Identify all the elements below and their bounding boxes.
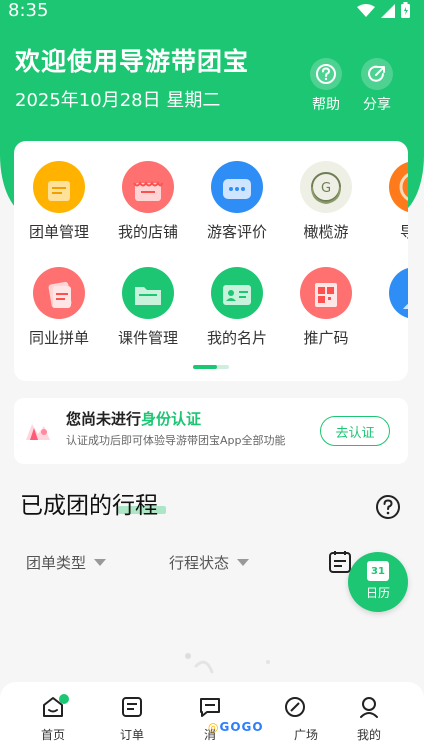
share-label: 分享 — [363, 97, 391, 113]
grid-label: 我的名片 — [206, 329, 267, 347]
watermark-logo: ◎GOGO — [208, 720, 264, 734]
grid-label: 收 — [370, 327, 408, 348]
grid-item-my-shop[interactable]: 我的店铺 — [103, 161, 193, 242]
olive-seal-icon: G — [300, 161, 352, 213]
shop-icon — [122, 161, 174, 213]
user-icon — [389, 267, 408, 319]
tab-label: 订单 — [119, 728, 144, 742]
home-icon — [23, 694, 83, 720]
grid-item-promo-code[interactable]: 推广码 — [281, 267, 371, 348]
tab-profile[interactable]: 我的 — [339, 694, 399, 743]
current-date: 2025年10月28日 星期二 — [15, 90, 221, 111]
tab-label: 我的 — [356, 728, 381, 742]
grid-item-shared-orders[interactable]: 同业拼单 — [14, 267, 104, 348]
home-badge — [59, 694, 69, 704]
grid-item-tour-orders[interactable]: 团单管理 — [14, 161, 104, 242]
caret-down-icon — [94, 559, 107, 566]
grid-pager-active — [193, 365, 217, 369]
tab-home[interactable]: 首页 — [23, 694, 83, 743]
verify-title-prefix: 您尚未进行 — [66, 410, 142, 428]
grid-item-guide[interactable]: 导游 — [370, 161, 408, 242]
filter-tour-type[interactable]: 团单类型 — [26, 552, 107, 573]
folder-icon — [122, 267, 174, 319]
business-card-icon — [211, 267, 263, 319]
signal-icon — [381, 3, 395, 22]
filter-trip-status-label: 行程状态 — [169, 554, 230, 572]
grid-label: 导游 — [399, 223, 408, 241]
section-title: 已成团的行程 — [20, 486, 166, 520]
caret-down-icon — [237, 559, 250, 566]
calendar-fab-label: 日历 — [365, 586, 390, 600]
chat-bubble-icon — [211, 161, 263, 213]
grid-label: 橄榄游 — [303, 223, 349, 241]
tab-label: 广场 — [293, 728, 318, 742]
guide-icon — [389, 161, 408, 213]
status-icons — [357, 2, 410, 22]
tour-order-icon — [33, 161, 85, 213]
grid-pager — [193, 365, 229, 369]
grid-item-olive-tour[interactable]: G 橄榄游 — [281, 161, 371, 242]
grid-label: 游客评价 — [206, 223, 267, 241]
question-icon[interactable] — [375, 494, 401, 524]
grid-item-courseware[interactable]: 课件管理 — [103, 267, 193, 348]
grid-item-business-card[interactable]: 我的名片 — [192, 267, 282, 348]
profile-icon — [339, 694, 399, 720]
battery-icon — [401, 2, 410, 22]
function-grid: 团单管理 我的店铺 游客评价 G 橄榄游 导游 同业拼单 课件管理 — [14, 141, 408, 381]
message-icon — [180, 694, 240, 720]
compass-icon — [265, 694, 325, 720]
verify-subtitle: 认证成功后即可体验导游带团宝App全部功能 — [66, 434, 286, 447]
watermark-text: GOGO — [219, 720, 264, 734]
tab-label: 首页 — [40, 728, 65, 742]
tab-messages[interactable]: 消 — [180, 694, 240, 743]
shared-order-icon — [33, 267, 85, 319]
grid-item-tourist-reviews[interactable]: 游客评价 — [192, 161, 282, 242]
welcome-title: 欢迎使用导游带团宝 — [15, 47, 250, 76]
help-button[interactable]: 帮助 — [301, 58, 351, 114]
status-bar: 8:35 — [0, 0, 424, 22]
calendar-icon: 31 — [367, 561, 389, 581]
section-title-text: 已成团的行程 — [20, 493, 158, 519]
verify-button[interactable]: 去认证 — [320, 416, 390, 446]
qr-code-icon — [300, 267, 352, 319]
share-button[interactable]: 分享 — [352, 58, 402, 114]
orders-icon — [102, 694, 162, 720]
grid-label: 课件管理 — [117, 329, 178, 347]
bottom-tab-bar: 首页 订单 消 广场 我的 — [0, 682, 424, 749]
share-icon — [361, 58, 393, 90]
wifi-icon — [357, 3, 375, 22]
help-icon — [310, 58, 342, 90]
calendar-day: 31 — [371, 566, 385, 577]
verify-title-highlight: 身份认证 — [141, 410, 202, 428]
grid-label: 团单管理 — [28, 223, 89, 241]
identity-verify-banner: 您尚未进行身份认证 认证成功后即可体验导游带团宝App全部功能 去认证 — [14, 398, 408, 464]
warning-flag-icon — [24, 420, 52, 446]
grid-item-collect[interactable]: 收 — [370, 267, 408, 348]
watermark-g-icon: ◎ — [208, 720, 220, 734]
filter-tour-type-label: 团单类型 — [26, 554, 87, 572]
svg-text:G: G — [321, 181, 331, 196]
grid-label: 我的店铺 — [117, 223, 178, 241]
tab-square[interactable]: 广场 — [265, 694, 325, 743]
tab-orders[interactable]: 订单 — [102, 694, 162, 743]
status-time: 8:35 — [8, 0, 49, 21]
calendar-fab[interactable]: 31 日历 — [348, 552, 408, 612]
filter-trip-status[interactable]: 行程状态 — [169, 552, 250, 573]
help-label: 帮助 — [312, 97, 340, 113]
grid-label: 同业拼单 — [28, 329, 89, 347]
verify-title: 您尚未进行身份认证 — [66, 408, 201, 429]
grid-label: 推广码 — [303, 329, 349, 347]
